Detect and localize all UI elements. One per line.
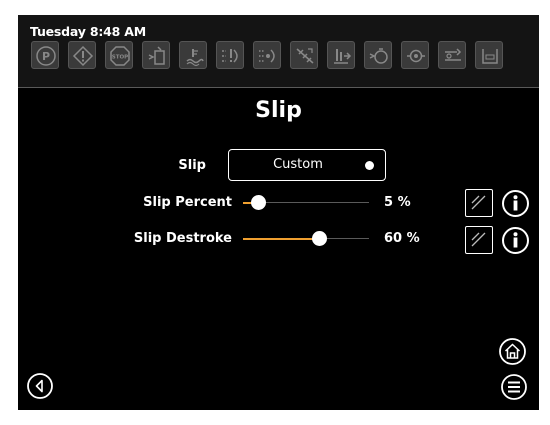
svg-text:STOP: STOP (112, 55, 128, 61)
filter-icon (401, 41, 429, 69)
slider-knob[interactable] (250, 195, 266, 210)
screen: Tuesday 8:48 AM P STOP Slip Slip Custom … (18, 15, 539, 410)
status-icon-row: P STOP (31, 41, 531, 71)
transmission-icon (438, 41, 466, 69)
stop-icon: STOP (105, 41, 133, 69)
slash-icon (471, 195, 486, 210)
traction-icon (290, 41, 318, 69)
slip-destroke-reset-button[interactable] (465, 226, 493, 254)
slip-destroke-value: 60 % (384, 231, 420, 246)
service-icon (216, 41, 244, 69)
status-bar: Tuesday 8:48 AM P STOP (18, 15, 539, 88)
slip-percent-label: Slip Percent (143, 195, 232, 210)
page-title: Slip (255, 98, 302, 123)
menu-icon (501, 374, 527, 400)
clock: Tuesday 8:48 AM (30, 24, 147, 39)
ptosignal-icon (327, 41, 355, 69)
oil-icon (364, 41, 392, 69)
slip-label: Slip (178, 158, 206, 173)
wash-icon (475, 41, 503, 69)
slider-knob[interactable] (311, 231, 327, 246)
select-indicator-dot (365, 161, 374, 170)
slip-select-value: Custom (273, 157, 323, 172)
slider-fill (243, 238, 319, 240)
home-icon (499, 338, 526, 365)
warning-icon (68, 41, 96, 69)
lights-icon (253, 41, 281, 69)
info-icon (502, 227, 529, 254)
slip-percent-reset-button[interactable] (465, 189, 493, 217)
coolant-icon (179, 41, 207, 69)
chevron-left-icon (27, 373, 53, 399)
slip-destroke-slider[interactable] (243, 227, 369, 251)
slip-percent-info-button[interactable] (501, 189, 530, 222)
slash-icon (471, 232, 486, 247)
svg-text:P: P (42, 50, 50, 63)
slip-percent-value: 5 % (384, 195, 411, 210)
home-button[interactable] (498, 337, 527, 370)
slip-percent-slider[interactable] (243, 191, 369, 215)
back-button[interactable] (26, 372, 54, 404)
menu-button[interactable] (500, 373, 528, 405)
slip-select[interactable]: Custom (228, 149, 386, 181)
slip-destroke-info-button[interactable] (501, 226, 530, 259)
fuel-icon (142, 41, 170, 69)
info-icon (502, 190, 529, 217)
park-icon: P (31, 41, 59, 69)
slip-destroke-label: Slip Destroke (133, 231, 232, 246)
